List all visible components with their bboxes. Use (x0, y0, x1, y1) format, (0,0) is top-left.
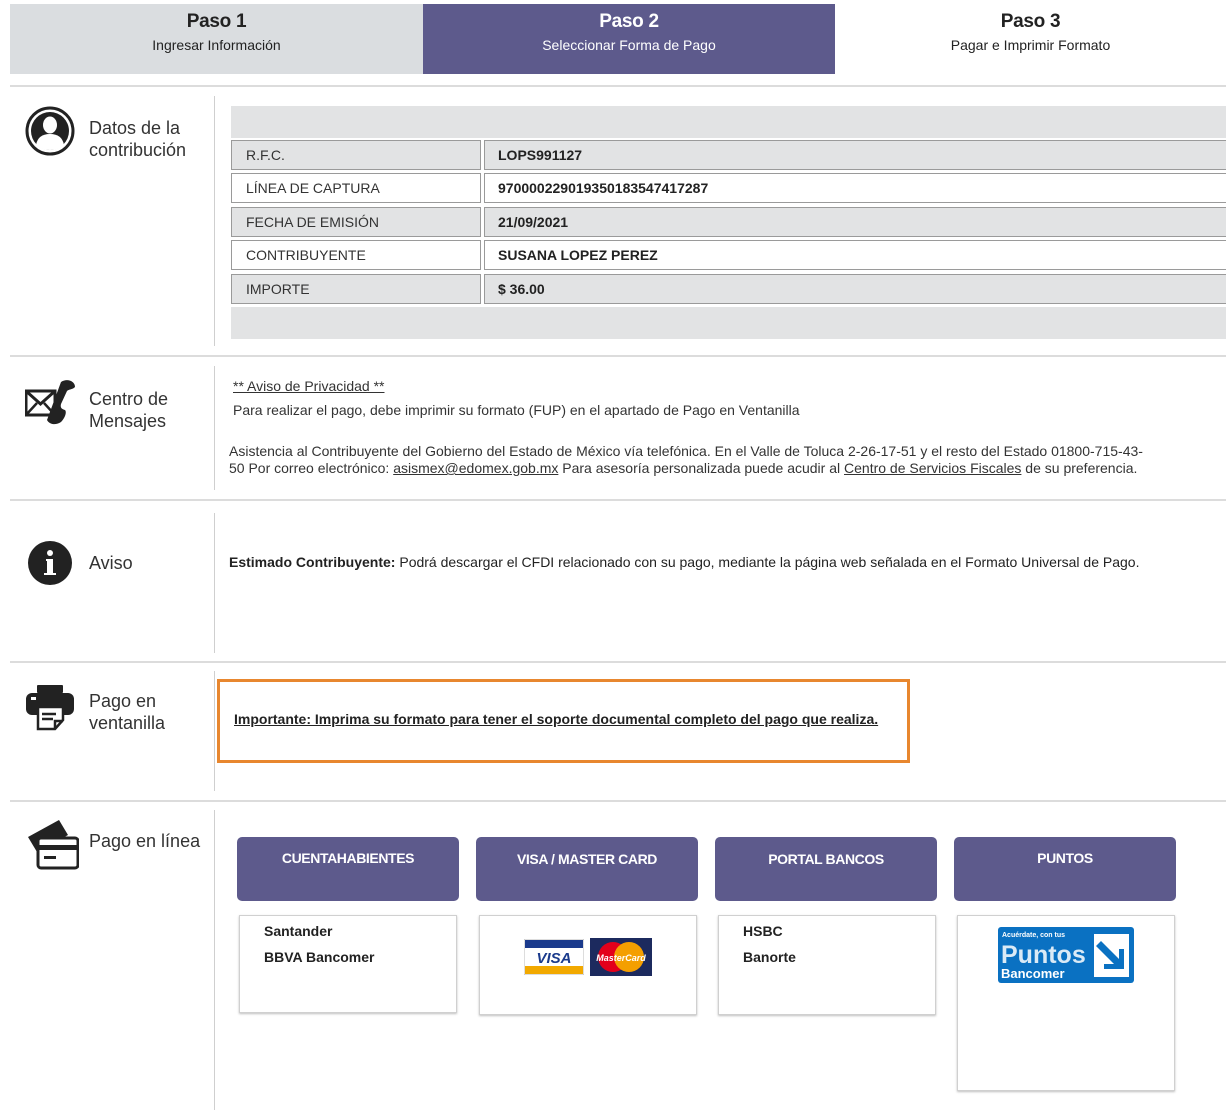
section-divider (214, 513, 215, 653)
row-key: IMPORTE (231, 274, 481, 304)
credit-card-icon (28, 820, 79, 870)
row-key: CONTRIBUYENTE (231, 240, 481, 270)
step-3-subtitle: Pagar e Imprimir Formato (950, 37, 1111, 53)
section-label-contribution: Datos de la contribución (89, 118, 187, 160)
mastercard-logo-icon[interactable]: MasterCard (590, 938, 652, 976)
email-link[interactable]: asismex@edomex.gob.mx (393, 460, 558, 476)
notice-body: Podrá descargar el CFDI relacionado con … (395, 554, 1140, 570)
puntos-logo-brand: Bancomer (1001, 966, 1065, 981)
bank-option-bbva[interactable]: BBVA Bancomer (240, 944, 456, 970)
step-1[interactable]: Paso 1 Ingresar Información (10, 4, 423, 74)
divider (10, 85, 1226, 87)
divider (10, 499, 1226, 501)
section-label-messages: Centro de Mensajes (89, 389, 169, 431)
section-label-online: Pago en línea (89, 831, 201, 851)
section-divider (214, 366, 215, 490)
visa-logo-icon[interactable]: VISA (524, 939, 584, 975)
privacy-notice-link[interactable]: ** Aviso de Privacidad ** (233, 378, 385, 394)
assistance-text-b: 50 Por correo electrónico: (229, 460, 394, 476)
printer-icon (26, 685, 74, 731)
row-value: $ 36.00 (484, 274, 1226, 304)
puntos-logo-tagline: Acuérdate, con tus (1002, 932, 1065, 939)
puntos-logo-word: Puntos (1001, 941, 1086, 969)
puntos-bancomer-logo-icon[interactable]: Acuérdate, con tus Puntos Bancomer (998, 927, 1134, 983)
table-row: IMPORTE $ 36.00 (231, 274, 1226, 304)
row-value: 970000229019350183547417287 (484, 173, 1226, 203)
divider (10, 355, 1226, 357)
payment-tab-account-holders[interactable]: CUENTAHABIENTES (237, 837, 459, 901)
payment-card-points: Acuérdate, con tus Puntos Bancomer (957, 915, 1175, 1091)
steps-bar: Paso 1 Ingresar Información Paso 2 Selec… (10, 4, 1226, 74)
section-divider (214, 810, 215, 1110)
step-2-subtitle: Seleccionar Forma de Pago (542, 37, 716, 53)
step-3[interactable]: Paso 3 Pagar e Imprimir Formato (835, 4, 1226, 74)
row-key: LÍNEA DE CAPTURA (231, 173, 481, 203)
row-value: LOPS991127 (484, 140, 1226, 170)
bank-option-banorte[interactable]: Banorte (719, 944, 935, 970)
payment-tab-points[interactable]: PUNTOS (954, 837, 1176, 901)
notice-text: Estimado Contribuyente: Podrá descargar … (229, 554, 1139, 570)
table-row: CONTRIBUYENTE SUSANA LOPEZ PEREZ (231, 240, 1226, 270)
envelope-phone-icon (25, 380, 75, 425)
fiscal-centers-link[interactable]: Centro de Servicios Fiscales (844, 460, 1021, 476)
row-key: FECHA DE EMISIÓN (231, 207, 481, 237)
mastercard-logo-text: MasterCard (596, 953, 646, 963)
payment-card-bank-portal: HSBC Banorte (718, 915, 936, 1015)
step-2[interactable]: Paso 2 Seleccionar Forma de Pago (423, 4, 835, 74)
row-key: R.F.C. (231, 140, 481, 170)
table-header-band (231, 106, 1226, 138)
table-row: FECHA DE EMISIÓN 21/09/2021 (231, 207, 1226, 237)
user-circle-icon (25, 106, 75, 156)
privacy-notice-link-line: ** Aviso de Privacidad ** (229, 378, 1226, 395)
table-row: R.F.C. LOPS991127 (231, 140, 1226, 170)
notice-bold: Estimado Contribuyente: (229, 554, 396, 570)
message-line: Para realizar el pago, debe imprimir su … (233, 402, 800, 418)
step-3-title: Paso 3 (1000, 11, 1061, 32)
row-value: 21/09/2021 (484, 207, 1226, 237)
table-row: LÍNEA DE CAPTURA 97000022901935018354741… (231, 173, 1226, 203)
assistance-text: Asistencia al Contribuyente del Gobierno… (229, 443, 1226, 477)
payment-tab-visa-mastercard[interactable]: VISA / MASTER CARD (476, 837, 698, 901)
assistance-text-c: Para asesoría personalizada puede acudir… (558, 460, 845, 476)
print-format-link[interactable]: Importante: Imprima su formato para tene… (234, 711, 878, 727)
row-value: SUSANA LOPEZ PEREZ (484, 240, 1226, 270)
bank-option-hsbc[interactable]: HSBC (719, 918, 935, 944)
step-1-subtitle: Ingresar Información (152, 37, 281, 53)
section-divider (214, 96, 215, 346)
payment-tab-bank-portal[interactable]: PORTAL BANCOS (715, 837, 937, 901)
important-notice-box: Importante: Imprima su formato para tene… (217, 679, 910, 763)
step-1-title: Paso 1 (186, 11, 247, 32)
section-divider (214, 671, 215, 791)
visa-logo-text: VISA (536, 950, 571, 967)
payment-card-account-holders: Santander BBVA Bancomer (239, 915, 457, 1013)
info-circle-icon (28, 541, 72, 585)
assistance-text-a: Asistencia al Contribuyente del Gobierno… (229, 443, 1143, 459)
bank-option-santander[interactable]: Santander (240, 918, 456, 944)
divider (10, 661, 1226, 663)
table-footer-band (231, 307, 1226, 339)
assistance-text-d: de su preferencia. (1021, 460, 1138, 476)
step-2-title: Paso 2 (599, 11, 659, 32)
section-label-notice: Aviso (89, 553, 133, 573)
divider (10, 800, 1226, 802)
payment-card-visa-mastercard: VISA MasterCard (479, 915, 697, 1015)
section-label-counter: Pago en ventanilla (89, 691, 166, 733)
